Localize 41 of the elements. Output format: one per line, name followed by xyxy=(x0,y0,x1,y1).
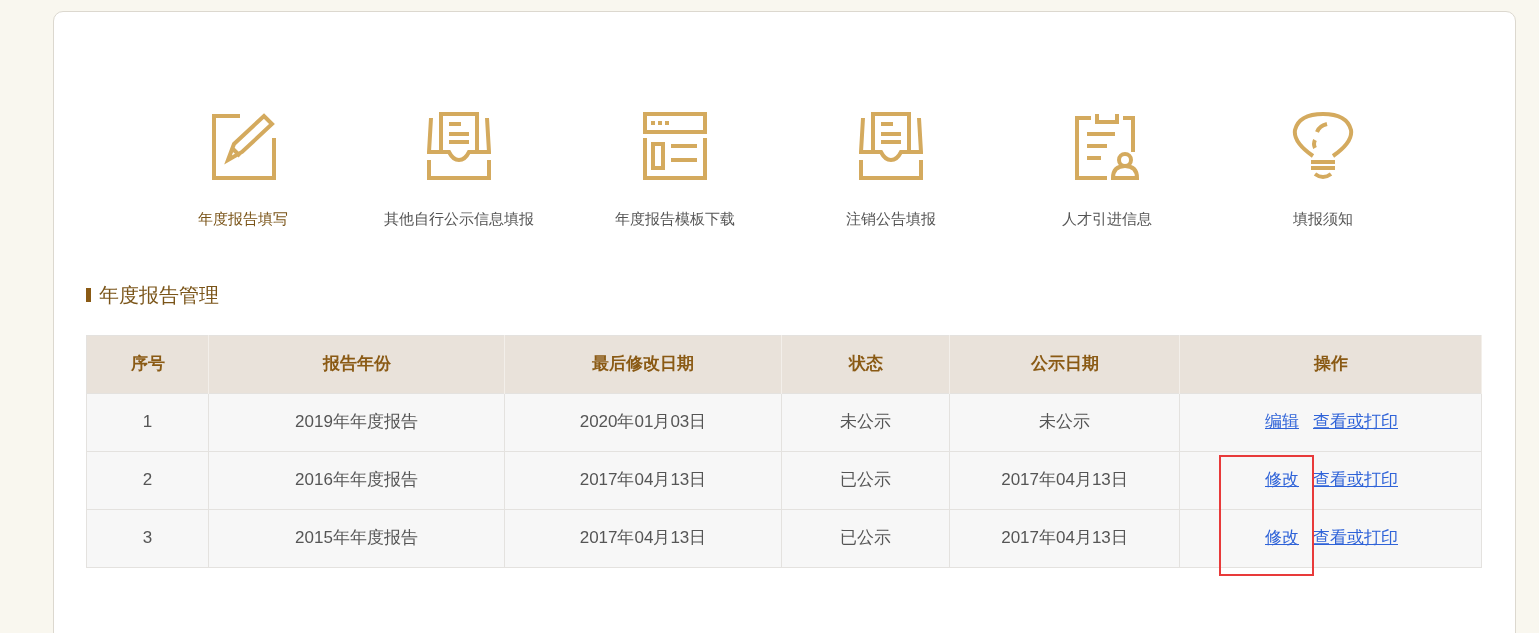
section-title: 年度报告管理 xyxy=(99,282,219,308)
column-header: 报告年份 xyxy=(208,335,505,393)
template-icon xyxy=(643,112,707,180)
action-link[interactable]: 查看或打印 xyxy=(1313,409,1398,435)
table-cell: 2017年04月13日 xyxy=(504,451,782,509)
column-header: 序号 xyxy=(86,335,209,393)
column-header: 公示日期 xyxy=(949,335,1180,393)
inbox-icon xyxy=(859,112,923,180)
action-link[interactable]: 修改 xyxy=(1265,525,1299,551)
table-cell: 2016年年度报告 xyxy=(208,451,505,509)
shortcut-link[interactable]: 人才引进信息 xyxy=(1062,208,1152,231)
section-marker xyxy=(86,287,91,302)
shortcut-link[interactable]: 注销公告填报 xyxy=(846,208,936,231)
shortcut-link[interactable]: 其他自行公示信息填报 xyxy=(384,208,534,231)
column-header: 状态 xyxy=(781,335,950,393)
table-cell: 已公示 xyxy=(781,451,950,509)
action-link[interactable]: 查看或打印 xyxy=(1313,467,1398,493)
action-link[interactable]: 修改 xyxy=(1265,467,1299,493)
shortcut-link[interactable]: 年度报告填写 xyxy=(198,208,288,231)
action-link[interactable]: 编辑 xyxy=(1265,409,1299,435)
shortcut-link[interactable]: 填报须知 xyxy=(1293,208,1353,231)
table-cell: 3 xyxy=(86,509,209,567)
shortcut-link[interactable]: 年度报告模板下载 xyxy=(615,208,735,231)
action-link[interactable]: 查看或打印 xyxy=(1313,525,1398,551)
table-cell: 2017年04月13日 xyxy=(504,509,782,567)
inbox-icon xyxy=(427,112,491,180)
table-cell: 未公示 xyxy=(949,393,1180,451)
table-cell: 2015年年度报告 xyxy=(208,509,505,567)
lightbulb-icon xyxy=(1291,112,1355,180)
table-cell: 已公示 xyxy=(781,509,950,567)
table-cell: 1 xyxy=(86,393,209,451)
table-cell: 2017年04月13日 xyxy=(949,509,1180,567)
column-header: 最后修改日期 xyxy=(504,335,782,393)
table-cell: 2019年年度报告 xyxy=(208,393,505,451)
table-cell: 2017年04月13日 xyxy=(949,451,1180,509)
column-header: 操作 xyxy=(1179,335,1482,393)
edit-icon xyxy=(210,112,276,180)
clipboard-person-icon xyxy=(1075,112,1139,180)
table-cell: 2 xyxy=(86,451,209,509)
table-cell: 未公示 xyxy=(781,393,950,451)
table-cell: 2020年01月03日 xyxy=(504,393,782,451)
